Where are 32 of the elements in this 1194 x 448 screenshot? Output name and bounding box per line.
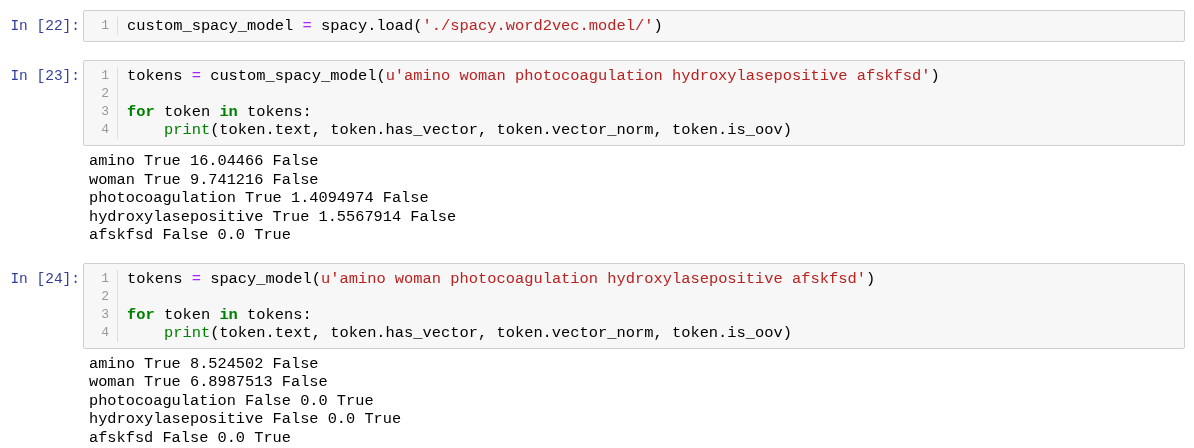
output-line: woman True 9.741216 False	[89, 170, 320, 189]
line-number: 4	[101, 121, 109, 139]
output-line: hydroxylasepositive True 1.5567914 False	[89, 207, 458, 226]
line-number: 2	[101, 85, 109, 103]
code-cell-editor[interactable]: 1 2 3 4 tokens = spacy_model(u'amino woman photocoagulation hydroxylasepositive afskfsd') for token in tokens: print(token.text, token.has_vector, token.vector_norm, token.is_oov)	[83, 262, 1185, 349]
output-line: amino True 16.04466 False	[89, 152, 320, 171]
output-line: photocoagulation True 1.4094974 False	[89, 189, 430, 208]
code-cell-editor[interactable]: 1 2 3 4 tokens = custom_spacy_model(u'amino woman photocoagulation hydroxylasepositive afskfsd') for token in tokens: print(token.text, token.has_vector, token.vector_norm, token.is_oov)	[83, 60, 1185, 146]
code-line: tokens = spacy_model(u'amino woman photocoagulation hydroxylasepositive afskfsd')	[127, 269, 876, 288]
output-line: afskfsd False 0.0 True	[89, 226, 292, 245]
code-line: print(token.text, token.has_vector, token.vector_norm, token.is_oov)	[162, 323, 793, 342]
line-number: 3	[101, 103, 109, 121]
code-line: for token in tokens:	[127, 305, 313, 324]
line-number: 1	[101, 67, 109, 85]
code-line: custom_spacy_model = spacy.load('./spacy.word2vec.model/')	[127, 17, 663, 35]
line-number: 1	[101, 269, 109, 288]
input-prompt: In [22]:	[10, 17, 80, 35]
output-line: photocoagulation False 0.0 True	[89, 391, 375, 410]
output-line: amino True 8.524502 False	[89, 354, 320, 373]
output-line: woman True 6.8987513 False	[89, 373, 329, 392]
input-prompt: In [23]:	[10, 67, 80, 85]
output-line: afskfsd False 0.0 True	[89, 428, 292, 447]
code-cell-editor[interactable]: 1 custom_spacy_model = spacy.load('./spacy.word2vec.model/')	[83, 10, 1185, 42]
code-line: tokens = custom_spacy_model(u'amino woman photocoagulation hydroxylasepositive afskfsd')	[127, 67, 940, 85]
code-line: print(token.text, token.has_vector, token.vector_norm, token.is_oov)	[162, 121, 793, 139]
line-number: 1	[101, 17, 109, 35]
line-number: 3	[101, 305, 109, 324]
line-number: 2	[101, 287, 109, 306]
code-line: for token in tokens:	[127, 103, 313, 121]
output-line: hydroxylasepositive False 0.0 True	[89, 410, 403, 429]
line-number: 4	[101, 323, 109, 342]
input-prompt: In [24]:	[10, 269, 80, 288]
